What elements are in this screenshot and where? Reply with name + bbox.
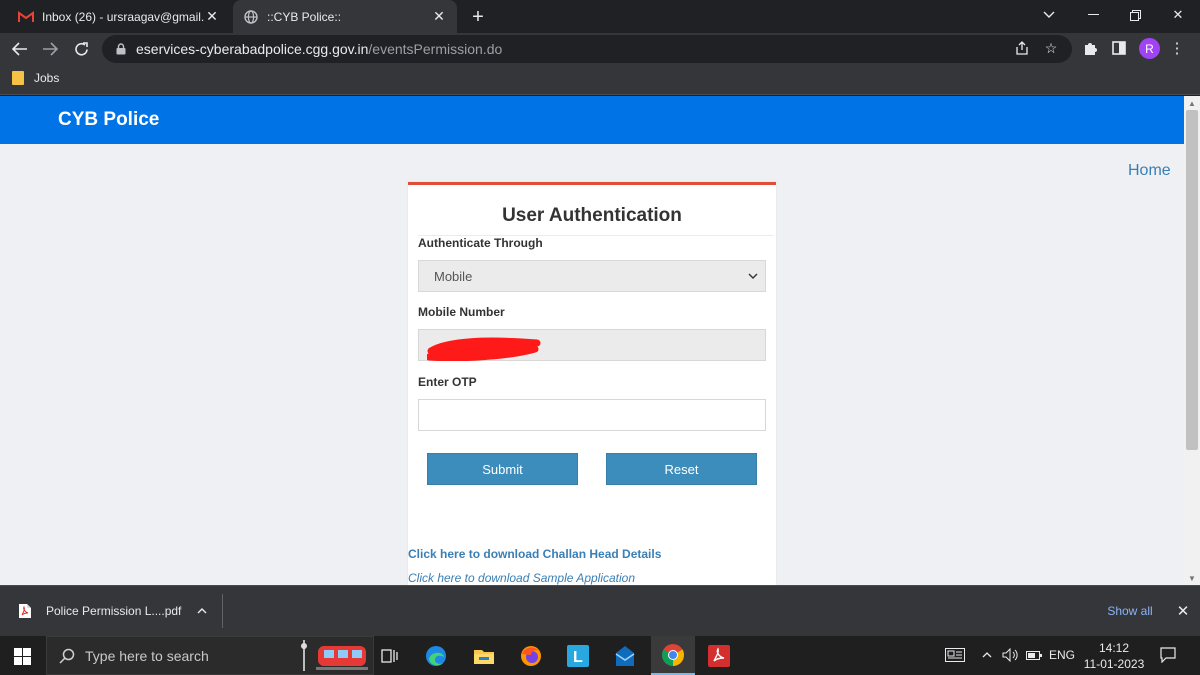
close-window-button[interactable]: ✕ (1156, 0, 1200, 30)
bookmark-star-icon[interactable]: ☆ (1042, 39, 1060, 57)
challan-download-link[interactable]: Click here to download Challan Head Deta… (408, 547, 661, 561)
sample-application-link[interactable]: Click here to download Sample Applicatio… (408, 571, 635, 585)
minimize-button[interactable] (1071, 0, 1115, 30)
scroll-down-arrow-icon[interactable]: ▼ (1184, 571, 1200, 585)
clock-date: 11-01-2023 (1083, 657, 1145, 671)
task-view-icon[interactable] (368, 636, 412, 675)
otp-input[interactable] (418, 399, 766, 431)
battery-icon[interactable] (1025, 646, 1043, 664)
l-app-icon[interactable]: L (556, 636, 600, 675)
tab-search-chevron-icon[interactable] (1027, 0, 1071, 30)
svg-text:L: L (573, 649, 583, 666)
close-tab-icon[interactable]: ✕ (204, 8, 220, 25)
back-button[interactable] (7, 36, 33, 62)
notifications-icon[interactable] (1158, 646, 1178, 664)
search-placeholder: Type here to search (85, 647, 209, 664)
reset-button[interactable]: Reset (606, 453, 757, 485)
url-host: eservices-cyberabadpolice.cgg.gov.in (136, 41, 369, 57)
page-viewport: CYB Police Home User Authentication Auth… (0, 96, 1184, 585)
tab-cyb-police[interactable]: ::CYB Police:: ✕ (233, 0, 457, 33)
select-value: Mobile (434, 268, 473, 284)
news-widget-icon[interactable] (944, 646, 966, 664)
windows-start-icon[interactable] (10, 644, 34, 668)
browser-tab-strip: Inbox (26) - ursraagav@gmail.com ✕ ::CYB… (0, 0, 1200, 33)
globe-icon (243, 9, 259, 25)
volume-icon[interactable] (1001, 646, 1021, 664)
search-icon (59, 648, 75, 664)
bookmarks-bar: Jobs (0, 65, 1200, 95)
close-tab-icon[interactable]: ✕ (431, 8, 447, 25)
acrobat-icon[interactable] (697, 636, 741, 675)
scroll-thumb[interactable] (1186, 110, 1198, 450)
address-bar[interactable]: eservices-cyberabadpolice.cgg.gov.in/eve… (102, 35, 1072, 63)
new-tab-button[interactable]: + (467, 6, 489, 28)
pdf-file-icon (19, 604, 31, 618)
share-icon[interactable] (1013, 39, 1031, 57)
home-link[interactable]: Home (1128, 162, 1171, 180)
show-hidden-icons-chevron-icon[interactable] (980, 646, 994, 664)
form-title: User Authentication (502, 205, 682, 226)
download-shelf: Police Permission L....pdf Show all ✕ (0, 585, 1200, 636)
lock-icon[interactable] (114, 42, 128, 56)
folder-icon (12, 71, 24, 85)
language-indicator[interactable]: ENG (1047, 646, 1077, 664)
reload-button[interactable] (68, 36, 94, 62)
gmail-icon (18, 9, 34, 25)
mobile-number-label: Mobile Number (418, 305, 505, 319)
auth-form-card: User Authentication Authenticate Through… (408, 182, 776, 585)
edge-browser-icon[interactable] (414, 636, 458, 675)
system-clock[interactable]: 14:12 11-01-2023 (1078, 640, 1150, 672)
windows-taskbar: Type here to search L ENG 14:12 11-01-20… (0, 636, 1200, 675)
bookmark-jobs[interactable]: Jobs (12, 71, 59, 85)
authenticate-through-select[interactable]: Mobile (418, 260, 766, 292)
search-highlight-train-icon (301, 640, 368, 671)
download-item[interactable]: Police Permission L....pdf (18, 603, 207, 619)
site-header: CYB Police (0, 96, 1184, 144)
chrome-menu-icon[interactable]: ⋮ (1167, 38, 1187, 58)
site-brand[interactable]: CYB Police (58, 109, 159, 131)
chevron-up-icon[interactable] (197, 605, 207, 617)
file-explorer-icon[interactable] (462, 636, 506, 675)
tab-gmail[interactable]: Inbox (26) - ursraagav@gmail.com ✕ (8, 0, 230, 33)
side-panel-icon[interactable] (1109, 38, 1129, 58)
profile-avatar[interactable]: R (1139, 38, 1160, 59)
mail-app-icon[interactable] (603, 636, 647, 675)
download-file-name: Police Permission L....pdf (46, 604, 182, 618)
chrome-icon[interactable] (651, 636, 695, 675)
authenticate-through-label: Authenticate Through (418, 236, 543, 250)
show-all-downloads-button[interactable]: Show all (1095, 600, 1165, 622)
bookmark-label: Jobs (34, 71, 60, 85)
clock-time: 14:12 (1098, 641, 1130, 655)
tab-title: ::CYB Police:: (267, 9, 342, 24)
shelf-divider (222, 594, 223, 628)
enter-otp-label: Enter OTP (418, 375, 477, 389)
mobile-number-field[interactable] (418, 329, 766, 361)
chevron-down-icon (747, 269, 759, 283)
scroll-up-arrow-icon[interactable]: ▲ (1184, 96, 1200, 110)
extensions-puzzle-icon[interactable] (1080, 38, 1100, 58)
redaction-scribble (427, 337, 541, 361)
firefox-icon[interactable] (509, 636, 553, 675)
submit-button[interactable]: Submit (427, 453, 578, 485)
restore-button[interactable] (1113, 0, 1157, 30)
page-scrollbar[interactable]: ▲ ▼ (1184, 96, 1200, 585)
forward-button[interactable] (37, 36, 63, 62)
tab-title: Inbox (26) - ursraagav@gmail.com (42, 9, 204, 24)
url-path: /eventsPermission.do (368, 41, 503, 57)
browser-toolbar: eservices-cyberabadpolice.cgg.gov.in/eve… (0, 33, 1200, 65)
close-shelf-icon[interactable]: ✕ (1174, 602, 1192, 620)
